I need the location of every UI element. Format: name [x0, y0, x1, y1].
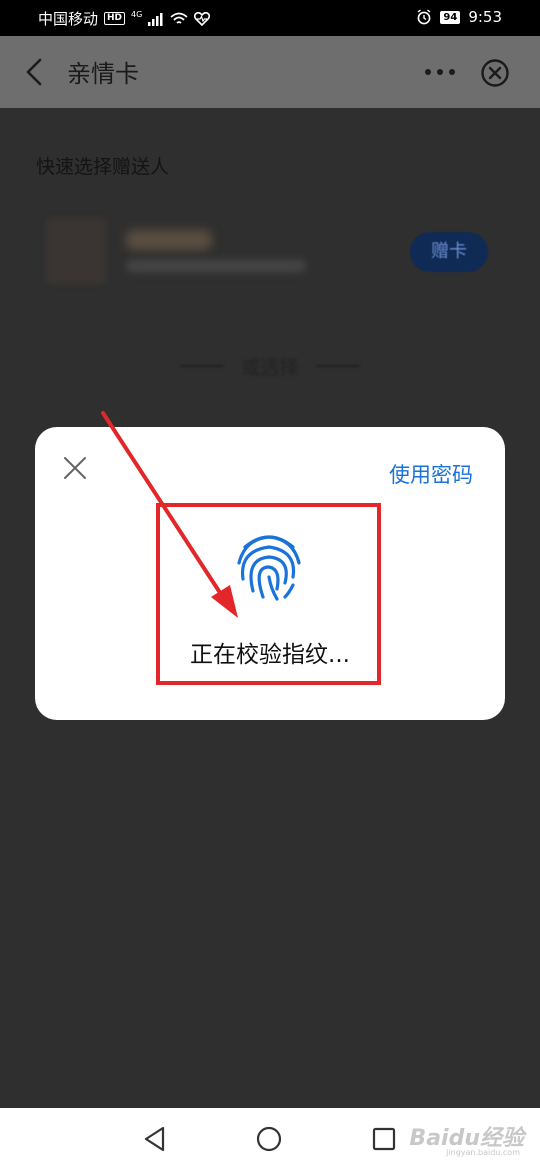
nav-home-icon[interactable]: [255, 1125, 283, 1153]
fingerprint-icon: [237, 535, 301, 601]
gift-card-button[interactable]: 赠卡: [410, 232, 488, 272]
more-icon[interactable]: [424, 66, 456, 78]
clock: 9:53: [468, 8, 502, 26]
fingerprint-dialog: 使用密码 正在校验指纹...: [35, 427, 505, 720]
battery-level: 94: [440, 10, 461, 24]
page-title: 亲情卡: [67, 60, 139, 88]
signal-icon: [148, 12, 163, 26]
system-nav-bar: Baidu经验 jingyan.baidu.com: [0, 1108, 540, 1170]
divider-label: 或选择: [241, 357, 299, 379]
contact-row[interactable]: 赠卡: [46, 216, 496, 292]
status-left: 中国移动 HD 4G: [38, 8, 211, 29]
wifi-icon: [170, 12, 188, 24]
nav-recent-icon[interactable]: [372, 1127, 396, 1151]
nav-back-icon[interactable]: [141, 1125, 169, 1153]
health-heart-icon: [194, 11, 211, 26]
divider-line-right: [316, 365, 360, 367]
status-right: 94 9:53: [416, 8, 502, 26]
use-password-link[interactable]: 使用密码: [389, 459, 473, 489]
back-chevron-icon[interactable]: [22, 56, 46, 88]
avatar: [46, 218, 106, 284]
contact-name-blurred: [126, 230, 212, 250]
watermark-url: jingyan.baidu.com: [446, 1148, 520, 1157]
hd-badge: HD: [104, 12, 126, 25]
verify-status-text: 正在校验指纹...: [190, 642, 350, 668]
network-type: 4G: [131, 10, 143, 19]
alarm-icon: [417, 9, 431, 25]
close-icon[interactable]: [63, 456, 87, 480]
carrier-label: 中国移动: [38, 10, 99, 28]
close-circle-icon[interactable]: [480, 58, 510, 88]
status-bar: 中国移动 HD 4G 94 9:53: [0, 0, 540, 36]
section-title: 快速选择赠送人: [36, 156, 170, 178]
app-header: 亲情卡: [0, 36, 540, 108]
contact-detail-blurred: [126, 260, 306, 272]
